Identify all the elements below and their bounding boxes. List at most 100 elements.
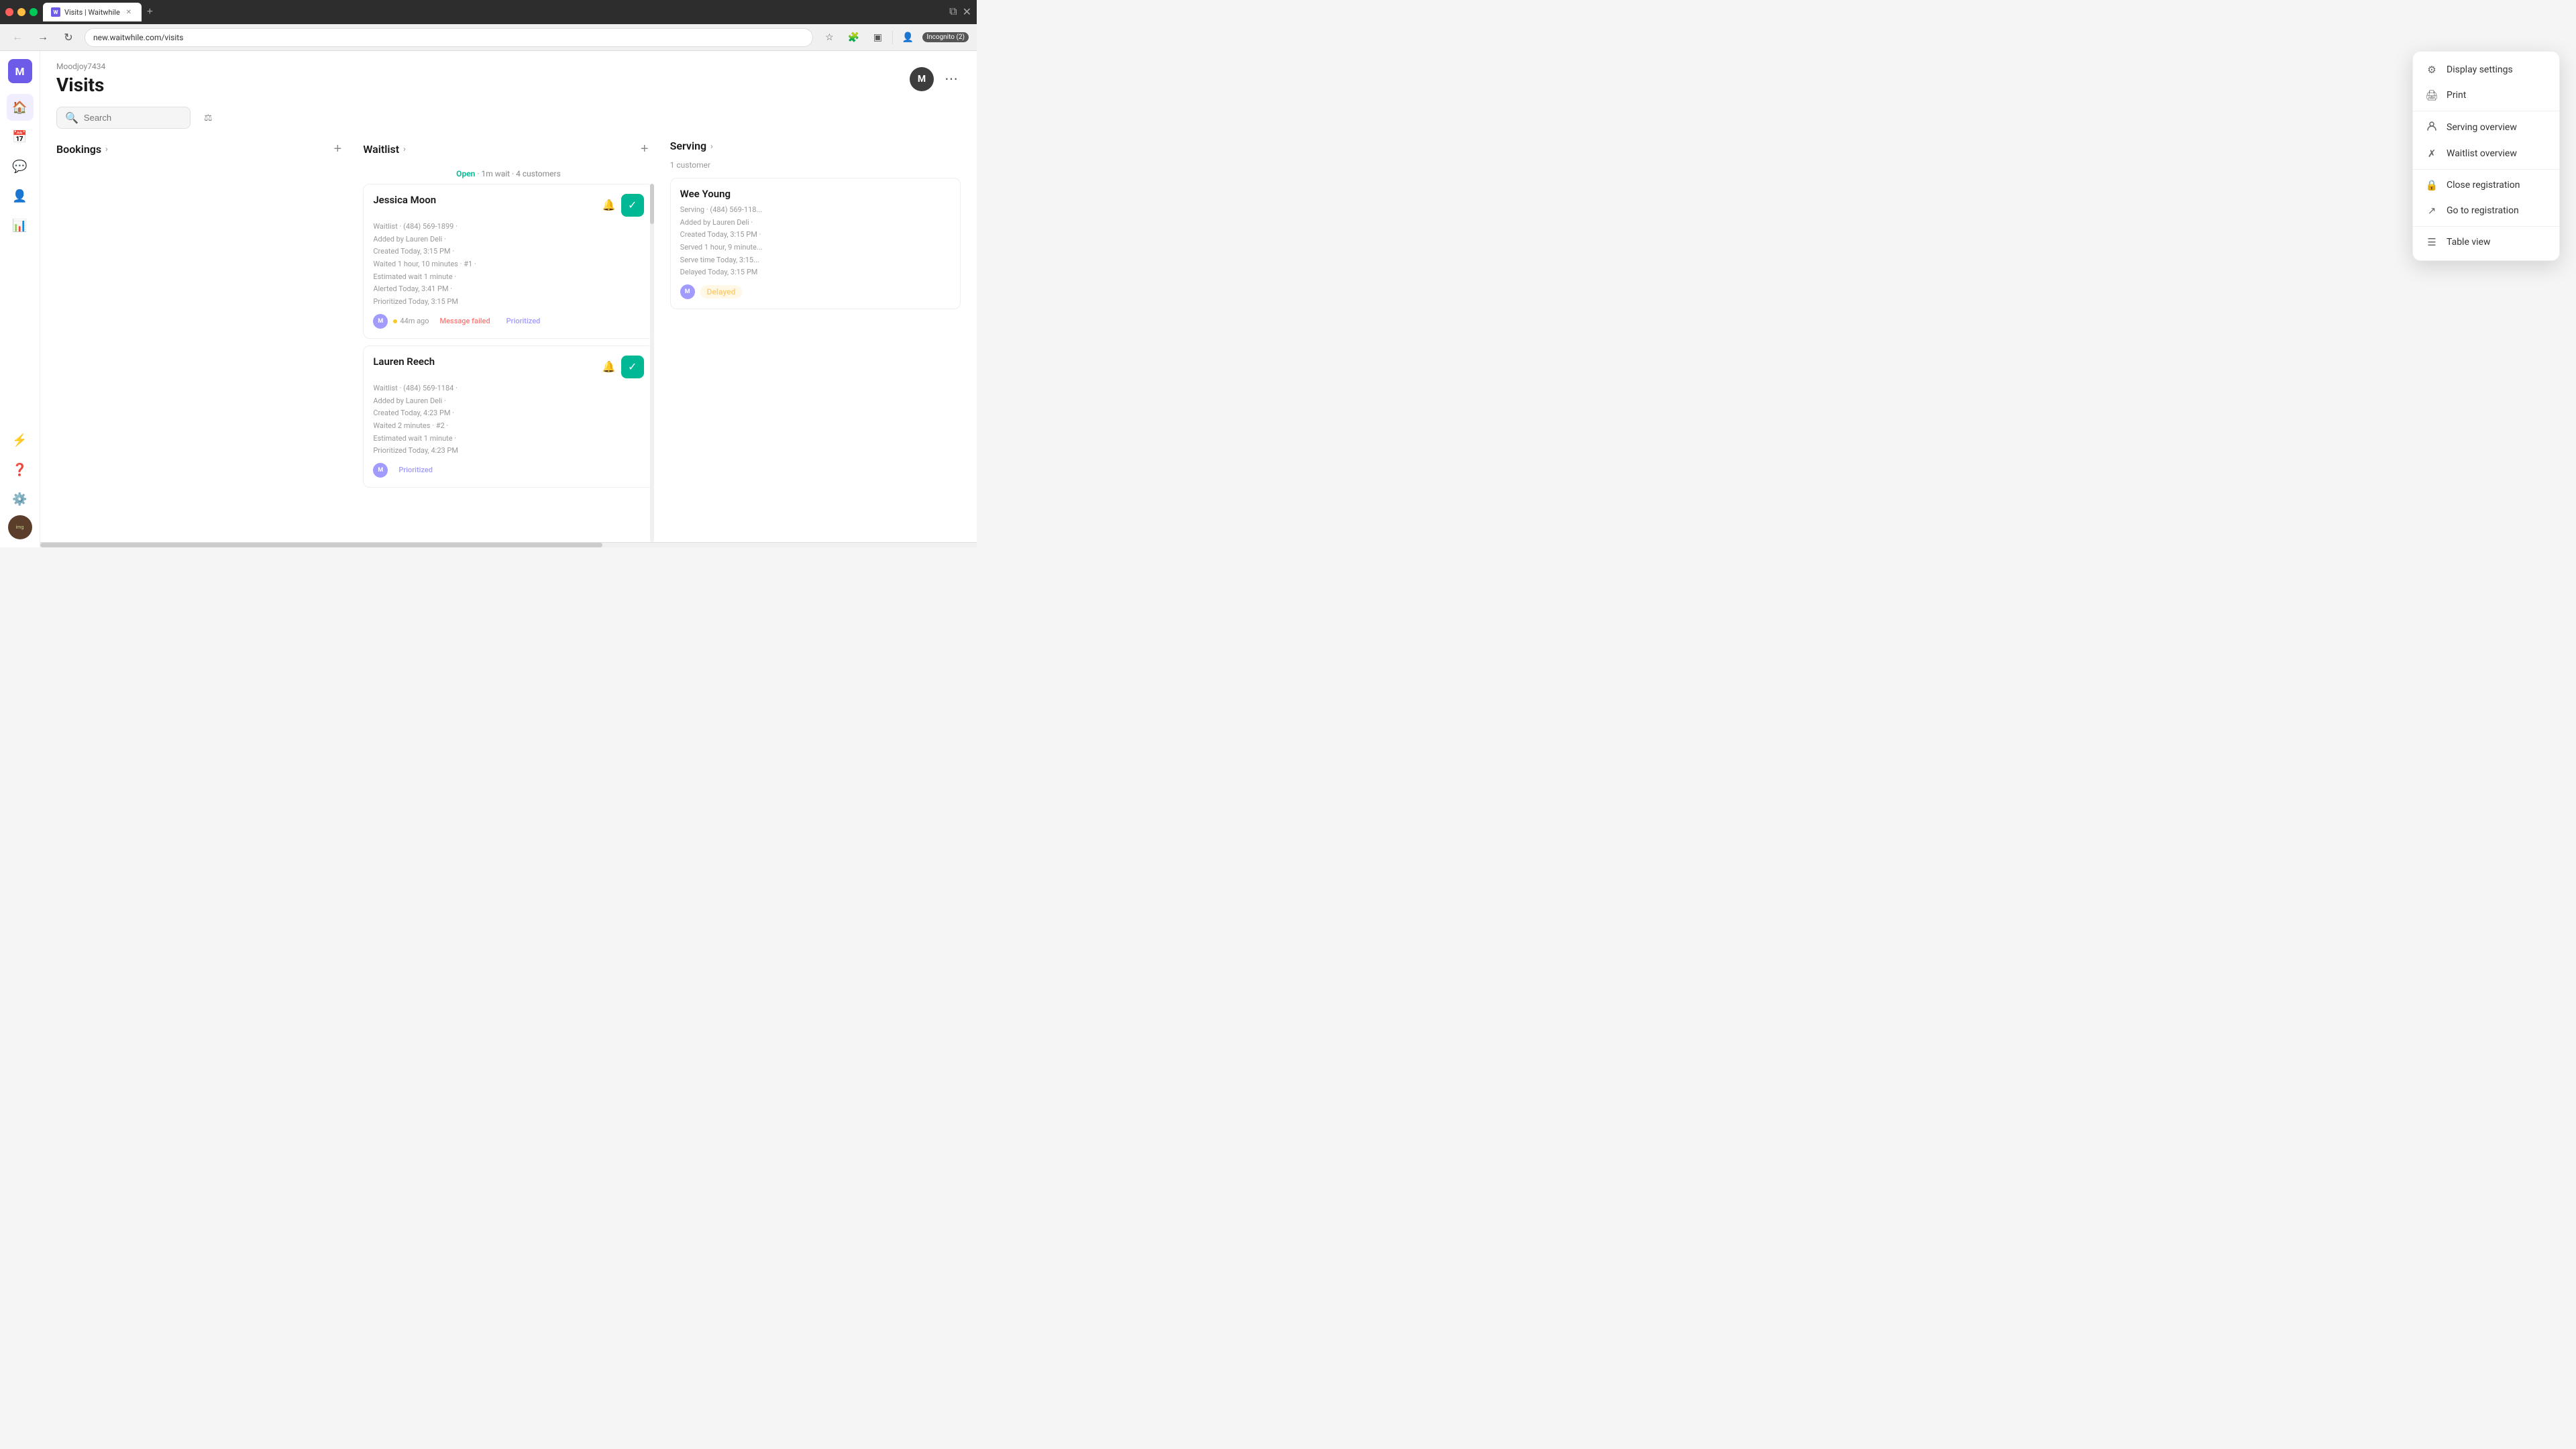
restore-btn[interactable]: ⧉ xyxy=(949,5,957,19)
win-close-btn[interactable]: ✕ xyxy=(963,5,971,19)
waitlist-column-header: Waitlist › + xyxy=(363,134,653,166)
jessica-card-footer: M 44m ago Message failed Prioritized xyxy=(373,314,643,329)
waitlist-column: Waitlist › + Open · 1m wait · 4 customer… xyxy=(363,134,653,542)
reload-btn[interactable]: ↻ xyxy=(59,28,78,47)
jessica-info-4: Waited 1 hour, 10 minutes · #1 · xyxy=(373,258,643,271)
maximize-window-btn[interactable] xyxy=(30,8,38,16)
nav-home-btn[interactable]: 🏠 xyxy=(7,94,34,121)
waitlist-add-btn[interactable]: + xyxy=(635,140,654,158)
bookmark-btn[interactable]: ☆ xyxy=(820,28,839,47)
close-registration-icon: 🔒 xyxy=(2425,179,2438,191)
search-icon: 🔍 xyxy=(65,111,78,124)
wee-young-name: Wee Young xyxy=(680,188,731,200)
print-label: Print xyxy=(2447,90,2466,101)
nav-calendar-btn[interactable]: 📅 xyxy=(7,123,34,150)
user-avatar[interactable]: M xyxy=(910,67,934,91)
back-btn[interactable]: ← xyxy=(8,28,27,47)
url-text: new.waitwhile.com/visits xyxy=(93,33,804,42)
new-tab-btn[interactable]: + xyxy=(144,6,156,18)
display-settings-item[interactable]: ⚙ Display settings xyxy=(2413,57,2559,83)
jessica-info-2: Added by Lauren Deli · xyxy=(373,233,643,246)
waitlist-overview-item[interactable]: ✗ Waitlist overview xyxy=(2413,141,2559,166)
bookings-add-btn[interactable]: + xyxy=(328,140,347,158)
lauren-prioritized-badge: Prioritized xyxy=(393,464,438,476)
bookings-chevron-icon: › xyxy=(105,144,108,154)
waitlist-scroll-indicator[interactable] xyxy=(650,184,654,542)
bookings-column-content xyxy=(56,166,347,542)
bottom-scrollbar-thumb[interactable] xyxy=(40,543,602,547)
jessica-card-info: Waitlist · (484) 569-1899 · Added by Lau… xyxy=(373,221,643,309)
minimize-window-btn[interactable] xyxy=(17,8,25,16)
sidebar-btn[interactable]: ▣ xyxy=(868,28,887,47)
nav-updates-btn[interactable]: ⚡ xyxy=(7,427,34,453)
serving-column-content[interactable]: Wee Young Serving · (484) 569-118... Add… xyxy=(670,178,961,542)
time-dot-icon xyxy=(393,319,397,323)
lauren-check-btn[interactable]: ✓ xyxy=(621,356,644,378)
serving-customer-count: 1 customer xyxy=(670,160,961,170)
app-container: M 🏠 📅 💬 👤 📊 ⚡ ❓ ⚙️ img Moodjoy7434 Visit… xyxy=(0,51,977,547)
left-nav: M 🏠 📅 💬 👤 📊 ⚡ ❓ ⚙️ img xyxy=(0,51,40,547)
close-registration-item[interactable]: 🔒 Close registration xyxy=(2413,172,2559,198)
active-tab[interactable]: W Visits | Waitwhile ✕ xyxy=(43,3,142,21)
search-box[interactable]: 🔍 xyxy=(56,107,191,129)
account-btn[interactable]: 👤 xyxy=(898,28,917,47)
go-to-registration-icon: ↗ xyxy=(2425,205,2438,217)
print-item[interactable]: 🖨 Print xyxy=(2413,83,2559,108)
jessica-moon-card[interactable]: Jessica Moon 🔔 ✓ Waitlist · (484) 569-18… xyxy=(363,184,653,339)
jessica-info-5: Estimated wait 1 minute · xyxy=(373,271,643,284)
jessica-bell-btn[interactable]: 🔔 xyxy=(602,199,616,212)
wee-card-header: Wee Young xyxy=(680,188,951,200)
tab-close-btn[interactable]: ✕ xyxy=(124,7,133,17)
waitlist-column-content[interactable]: Jessica Moon 🔔 ✓ Waitlist · (484) 569-18… xyxy=(363,184,653,542)
lauren-card-footer: M Prioritized xyxy=(373,463,643,478)
lauren-info-5: Estimated wait 1 minute · xyxy=(373,433,643,445)
search-input[interactable] xyxy=(84,113,182,123)
go-to-registration-label: Go to registration xyxy=(2447,205,2519,216)
serving-overview-item[interactable]: Serving overview xyxy=(2413,114,2559,141)
page-header: Moodjoy7434 Visits M ⋯ xyxy=(40,51,977,101)
jessica-check-btn[interactable]: ✓ xyxy=(621,194,644,217)
nav-help-btn[interactable]: ❓ xyxy=(7,456,34,483)
close-window-btn[interactable] xyxy=(5,8,13,16)
lauren-bell-btn[interactable]: 🔔 xyxy=(602,360,616,374)
nav-settings-btn[interactable]: ⚙️ xyxy=(7,486,34,513)
extensions-btn[interactable]: 🧩 xyxy=(844,28,863,47)
nav-customers-btn[interactable]: 👤 xyxy=(7,182,34,209)
jessica-card-header: Jessica Moon 🔔 ✓ xyxy=(373,194,643,217)
serving-title-group: Serving › xyxy=(670,140,713,152)
bottom-scrollbar[interactable] xyxy=(40,542,977,547)
waitlist-overview-icon: ✗ xyxy=(2425,148,2438,160)
org-name: Moodjoy7434 xyxy=(56,62,105,71)
wee-info-4: Served 1 hour, 9 minute... xyxy=(680,241,951,254)
lauren-info-4: Waited 2 minutes · #2 · xyxy=(373,420,643,433)
jessica-avatar: M xyxy=(373,314,388,329)
jessica-message-failed-badge: Message failed xyxy=(435,315,496,327)
address-bar[interactable]: new.waitwhile.com/visits xyxy=(85,28,813,47)
display-settings-icon: ⚙ xyxy=(2425,64,2438,76)
lauren-reech-card[interactable]: Lauren Reech 🔔 ✓ Waitlist · (484) 569-11… xyxy=(363,345,653,488)
nav-logo: M xyxy=(8,59,32,83)
nav-messages-btn[interactable]: 💬 xyxy=(7,153,34,180)
wee-young-card[interactable]: Wee Young Serving · (484) 569-118... Add… xyxy=(670,178,961,309)
go-to-registration-item[interactable]: ↗ Go to registration xyxy=(2413,198,2559,223)
filter-btn[interactable]: ⚖ xyxy=(199,108,218,127)
jessica-card-actions: 🔔 ✓ xyxy=(602,194,644,217)
wee-avatar: M xyxy=(680,284,695,299)
window-controls xyxy=(5,8,38,16)
waitlist-scroll-thumb[interactable] xyxy=(650,184,654,224)
header-actions: M ⋯ xyxy=(910,67,961,91)
nav-user-avatar[interactable]: img xyxy=(8,515,32,539)
nav-reports-btn[interactable]: 📊 xyxy=(7,212,34,239)
table-view-item[interactable]: ☰ Table view xyxy=(2413,229,2559,255)
browser-titlebar: W Visits | Waitwhile ✕ + ⧉ ✕ xyxy=(0,0,977,24)
page-title: Visits xyxy=(56,74,105,96)
waitlist-open-badge: Open xyxy=(456,169,475,178)
jessica-time-ago: 44m ago xyxy=(393,317,429,325)
table-view-icon: ☰ xyxy=(2425,236,2438,248)
more-menu-btn[interactable]: ⋯ xyxy=(942,68,961,90)
wee-card-info: Serving · (484) 569-118... Added by Laur… xyxy=(680,204,951,279)
serving-overview-icon xyxy=(2425,121,2438,134)
close-registration-label: Close registration xyxy=(2447,180,2520,191)
forward-btn[interactable]: → xyxy=(34,28,52,47)
jessica-info-1: Waitlist · (484) 569-1899 · xyxy=(373,221,643,233)
